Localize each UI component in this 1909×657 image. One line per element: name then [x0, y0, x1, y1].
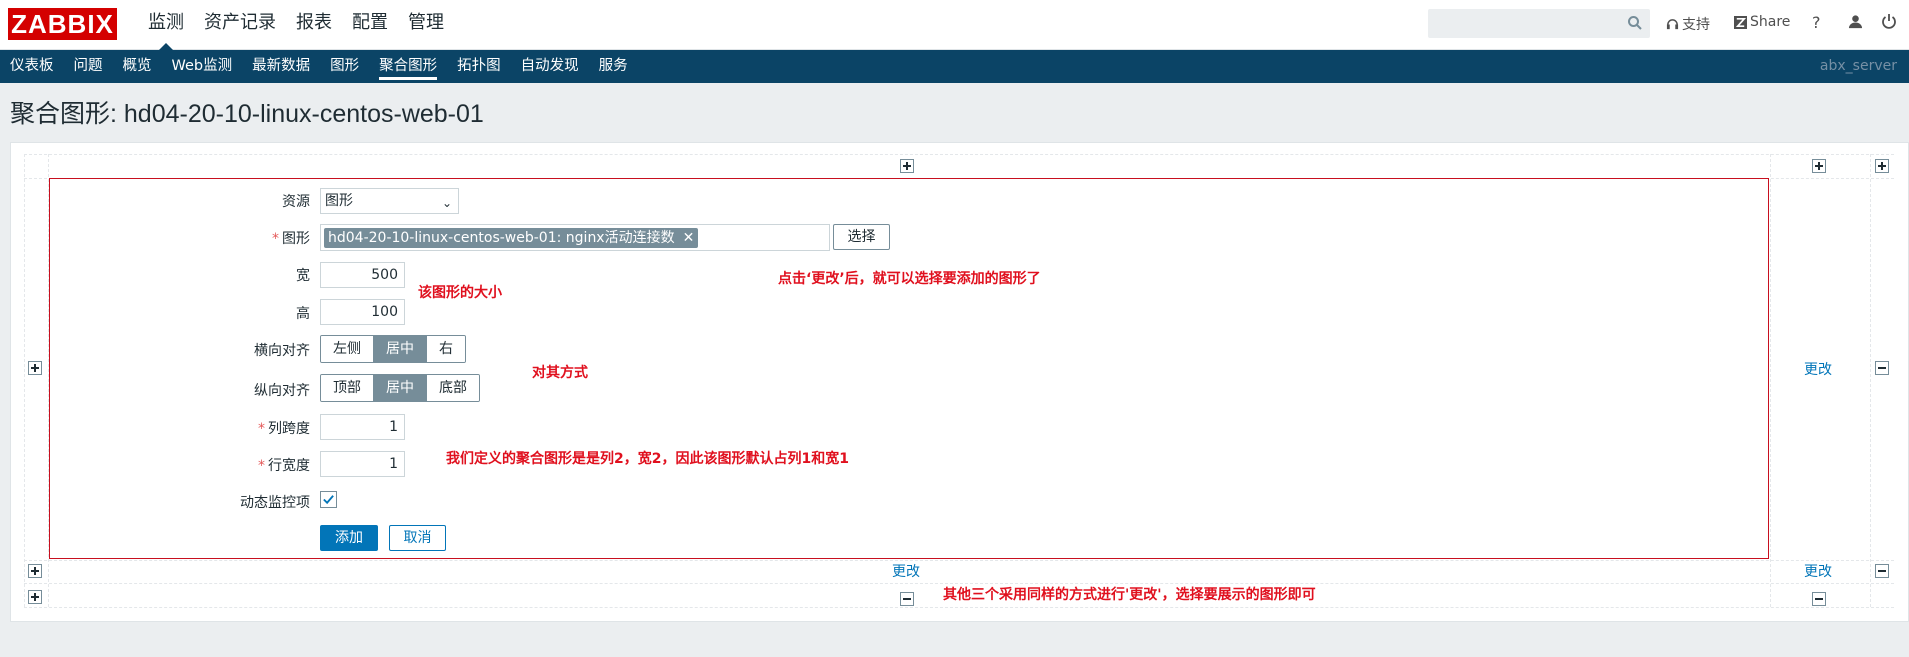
- zabbix-logo[interactable]: ZABBIX: [8, 8, 117, 40]
- support-label: 支持: [1682, 17, 1710, 33]
- column-span-input[interactable]: 1: [320, 414, 405, 440]
- remove-column-button[interactable]: [900, 592, 914, 606]
- main-nav-configuration[interactable]: 配置: [342, 0, 398, 50]
- search-icon[interactable]: [1627, 15, 1643, 31]
- sign-out-button[interactable]: [1881, 13, 1897, 29]
- cancel-button[interactable]: 取消: [389, 525, 446, 551]
- remove-row-button[interactable]: [1875, 564, 1889, 578]
- add-column-button[interactable]: [1812, 159, 1826, 173]
- subnav-maps[interactable]: 拓扑图: [447, 50, 511, 83]
- top-header: ZABBIX 监测 资产记录 报表 配置 管理 支持 Share ?: [0, 0, 1909, 50]
- grid-line: [24, 154, 1894, 155]
- vertical-align-label: 纵向对齐: [254, 383, 310, 399]
- main-nav-monitoring[interactable]: 监测: [138, 0, 194, 50]
- graph-chip-label: hd04-20-10-linux-centos-web-01: nginx活动连…: [328, 230, 675, 246]
- resource-select[interactable]: 图形 ⌄: [320, 188, 459, 214]
- chevron-down-icon: ⌄: [441, 196, 452, 210]
- user-icon: [1848, 15, 1863, 29]
- remove-row-button[interactable]: [1875, 361, 1889, 375]
- share-label: Share: [1750, 14, 1791, 30]
- grid-line: [1770, 154, 1771, 607]
- remove-chip-icon[interactable]: ✕: [683, 228, 695, 248]
- main-nav-inventory[interactable]: 资产记录: [194, 0, 286, 50]
- headset-icon: [1666, 18, 1679, 29]
- resource-label: 资源: [282, 194, 310, 210]
- dynamic-item-checkbox[interactable]: [320, 491, 337, 508]
- grid-line: [24, 154, 25, 607]
- sub-nav: 仪表板 问题 概览 Web监测 最新数据 图形 聚合图形 拓扑图 自动发现 服务…: [0, 50, 1909, 83]
- required-asterisk: *: [272, 231, 279, 247]
- search-input[interactable]: [1428, 9, 1650, 38]
- annotation-size: 该图形的大小: [418, 285, 502, 301]
- valign-top-option[interactable]: 顶部: [321, 375, 374, 401]
- help-button[interactable]: ?: [1812, 13, 1821, 32]
- grid-line: [24, 560, 1894, 561]
- row-span-label-text: 行宽度: [268, 458, 310, 474]
- support-link[interactable]: 支持: [1666, 14, 1710, 34]
- column-span-label-text: 列跨度: [268, 421, 310, 437]
- change-link[interactable]: 更改: [892, 561, 920, 581]
- vertical-align-toggle: 顶部 居中 底部: [320, 374, 480, 402]
- zabbix-share-icon: [1734, 15, 1747, 29]
- graph-label: * 图形: [180, 228, 310, 248]
- add-column-button[interactable]: [900, 159, 914, 173]
- subnav-overview[interactable]: 概览: [113, 50, 162, 83]
- main-nav-administration[interactable]: 管理: [398, 0, 454, 50]
- horizontal-align-label: 横向对齐: [254, 343, 310, 359]
- add-column-button[interactable]: [1875, 159, 1889, 173]
- subnav-graphs[interactable]: 图形: [320, 50, 369, 83]
- add-button[interactable]: 添加: [320, 525, 378, 551]
- grid-line: [24, 607, 1894, 608]
- resource-select-value: 图形: [325, 193, 353, 209]
- remove-column-button[interactable]: [1812, 592, 1826, 606]
- share-link[interactable]: Share: [1734, 14, 1790, 30]
- required-asterisk: *: [258, 421, 265, 437]
- row-span-label: * 行宽度: [180, 455, 310, 475]
- column-span-label: * 列跨度: [180, 418, 310, 438]
- add-row-button[interactable]: [28, 361, 42, 375]
- halign-center-option[interactable]: 居中: [374, 336, 427, 362]
- add-row-button[interactable]: [28, 590, 42, 604]
- subnav-discovery[interactable]: 自动发现: [511, 50, 589, 83]
- valign-bottom-option[interactable]: 底部: [427, 375, 479, 401]
- valign-middle-option[interactable]: 居中: [374, 375, 427, 401]
- annotation-span: 我们定义的聚合图形是是列2，宽2，因此该图形默认占列1和宽1: [446, 451, 849, 467]
- change-link[interactable]: 更改: [1804, 359, 1832, 379]
- height-label: 高: [296, 306, 310, 322]
- change-link[interactable]: 更改: [1804, 561, 1832, 581]
- width-input[interactable]: 500: [320, 262, 405, 288]
- width-label: 宽: [296, 268, 310, 284]
- horizontal-align-toggle: 左侧 居中 右: [320, 335, 466, 363]
- select-graph-button[interactable]: 选择: [833, 224, 890, 250]
- graph-multiselect[interactable]: hd04-20-10-linux-centos-web-01: nginx活动连…: [320, 224, 830, 251]
- required-asterisk: *: [258, 458, 265, 474]
- row-span-input[interactable]: 1: [320, 451, 405, 477]
- subnav-dashboard[interactable]: 仪表板: [0, 50, 64, 83]
- graph-label-text: 图形: [282, 231, 310, 247]
- subnav-latest-data[interactable]: 最新数据: [242, 50, 320, 83]
- check-icon: [323, 495, 334, 505]
- halign-left-option[interactable]: 左侧: [321, 336, 374, 362]
- page-title: 聚合图形: hd04-20-10-linux-centos-web-01: [10, 100, 484, 128]
- dynamic-item-label: 动态监控项: [240, 495, 310, 511]
- main-nav: 监测 资产记录 报表 配置 管理: [138, 0, 454, 50]
- subnav-screens[interactable]: 聚合图形: [369, 50, 447, 83]
- annotation-click-change: 点击‘更改’后，就可以选择要添加的图形了: [778, 271, 1041, 287]
- grid-line: [1870, 154, 1871, 607]
- graph-chip: hd04-20-10-linux-centos-web-01: nginx活动连…: [324, 228, 699, 248]
- annotation-align: 对其方式: [532, 365, 588, 381]
- subnav-services[interactable]: 服务: [589, 50, 638, 83]
- user-profile-button[interactable]: [1848, 14, 1863, 29]
- height-input[interactable]: 100: [320, 299, 405, 325]
- server-name: abx_server: [1819, 58, 1897, 74]
- help-icon: ?: [1812, 13, 1821, 32]
- subnav-web[interactable]: Web监测: [162, 50, 243, 83]
- main-nav-reports[interactable]: 报表: [286, 0, 342, 50]
- add-row-button[interactable]: [28, 564, 42, 578]
- annotation-others: 其他三个采用同样的方式进行'更改'，选择要展示的图形即可: [943, 587, 1316, 603]
- subnav-problems[interactable]: 问题: [64, 50, 113, 83]
- halign-right-option[interactable]: 右: [427, 336, 465, 362]
- power-icon: [1882, 14, 1896, 29]
